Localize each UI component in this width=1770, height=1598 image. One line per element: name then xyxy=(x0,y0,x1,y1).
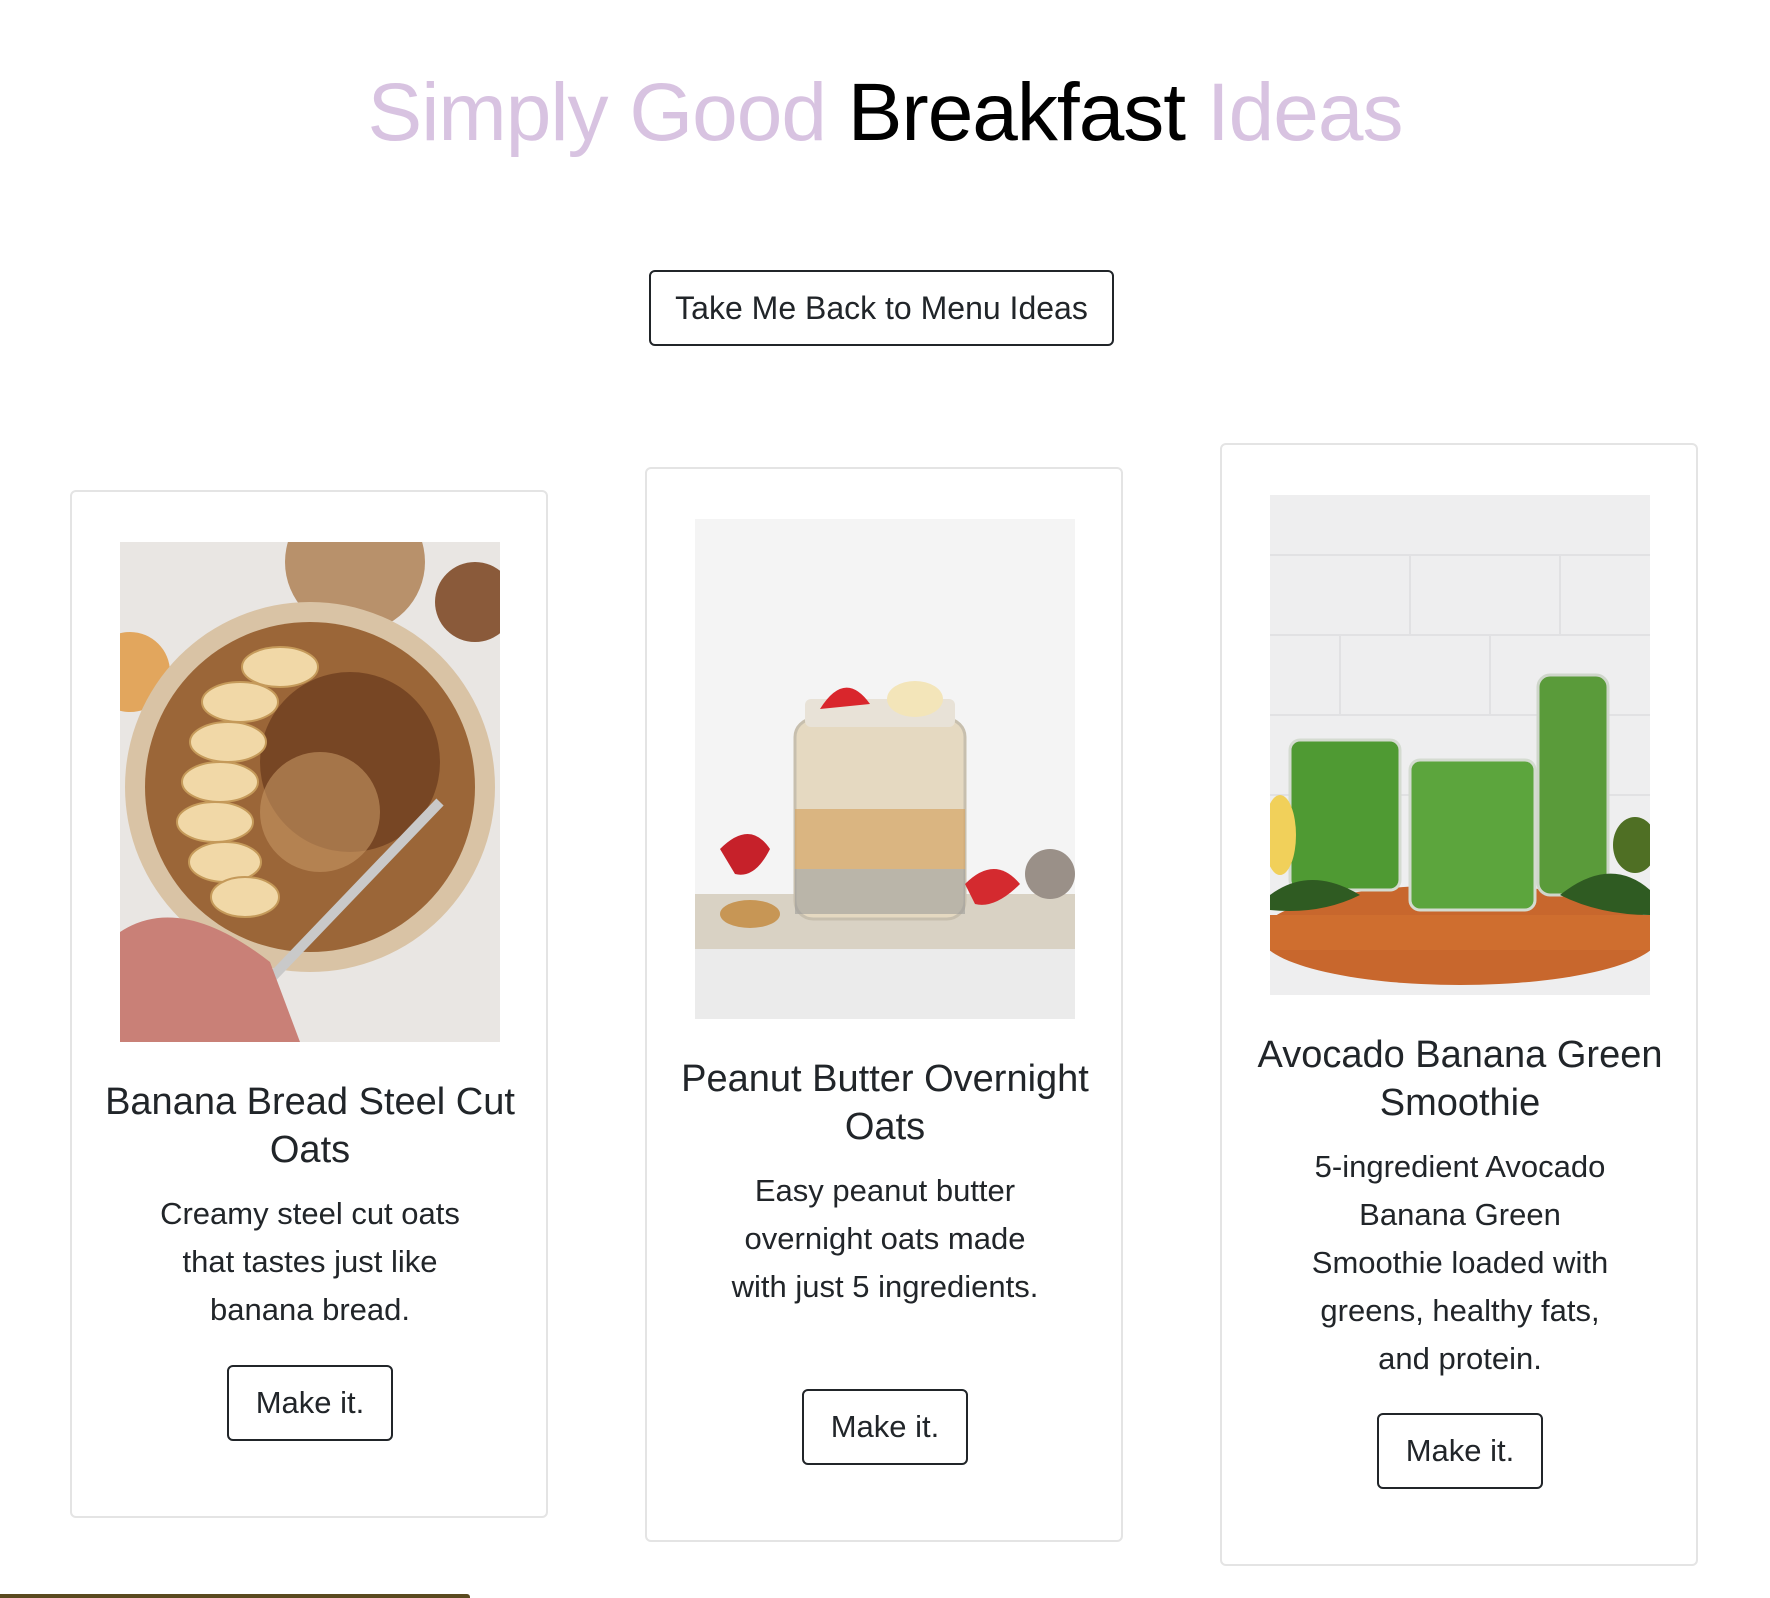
title-part-ideas: Ideas xyxy=(1185,67,1404,158)
recipe-description: Creamy steel cut oats that tastes just l… xyxy=(160,1196,460,1327)
overnight-oats-jar-photo xyxy=(695,519,1075,1019)
recipe-title: Peanut Butter Overnight Oats xyxy=(681,1058,1089,1148)
page: Simply Good Breakfast Ideas Take Me Back… xyxy=(0,0,1770,1598)
recipe-title: Avocado Banana Green Smoothie xyxy=(1257,1034,1663,1124)
recipe-description: Easy peanut butter overnight oats made w… xyxy=(731,1173,1039,1304)
make-it-button-peanut-butter[interactable]: Make it. xyxy=(802,1389,968,1465)
make-it-button-banana-bread[interactable]: Make it. xyxy=(227,1365,393,1441)
recipe-card-banana-bread-oats: Banana Bread Steel Cut Oats Creamy steel… xyxy=(70,490,548,1518)
recipe-title: Banana Bread Steel Cut Oats xyxy=(105,1081,515,1171)
bottom-edge-bar xyxy=(0,1594,470,1598)
title-part-simply-good: Simply Good xyxy=(367,67,848,158)
recipe-card-green-smoothie: Avocado Banana Green Smoothie 5-ingredie… xyxy=(1220,443,1698,1566)
banana-oats-bowl-photo xyxy=(120,542,500,1042)
green-smoothie-glasses-photo xyxy=(1270,495,1650,995)
title-part-breakfast: Breakfast xyxy=(847,67,1186,158)
make-it-button-green-smoothie[interactable]: Make it. xyxy=(1377,1413,1543,1489)
back-to-menu-button[interactable]: Take Me Back to Menu Ideas xyxy=(649,270,1114,346)
page-title: Simply Good Breakfast Ideas xyxy=(0,58,1770,168)
recipe-card-peanut-butter-oats: Peanut Butter Overnight Oats Easy peanut… xyxy=(645,467,1123,1542)
recipe-description: 5-ingredient Avocado Banana Green Smooth… xyxy=(1311,1149,1609,1376)
